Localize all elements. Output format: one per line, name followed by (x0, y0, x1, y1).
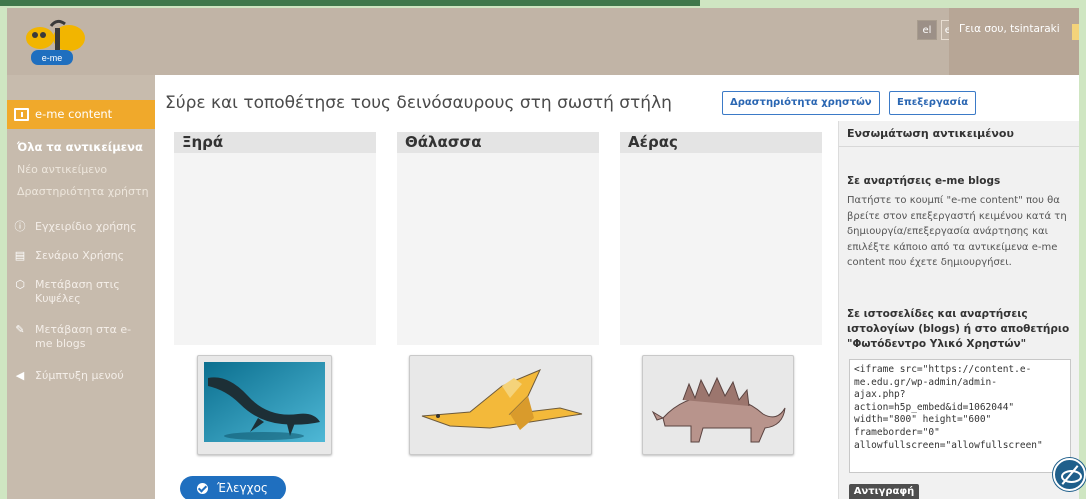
e-me-logo[interactable]: e-me (21, 16, 91, 68)
sites-heading: Σε ιστοσελίδες και αναρτήσεις ιστολογίων… (847, 308, 1070, 350)
sidebar-collapse[interactable]: ◀ Σύμπτυξη μενού (7, 369, 155, 383)
user-greeting[interactable]: Γεια σου, tsintaraki (949, 8, 1079, 75)
check-icon (197, 483, 208, 494)
sidebar-item-user-activity[interactable]: Δραστηριότητα χρήστη (7, 185, 155, 198)
sidebar-item-label: e-me content (35, 107, 113, 121)
check-button[interactable]: Έλεγχος (180, 476, 286, 499)
check-button-label: Έλεγχος (217, 481, 268, 495)
embed-code-textarea[interactable]: <iframe src="https://content.e- me.edu.g… (849, 359, 1071, 473)
sidebar-item-hives[interactable]: ⬡ Μετάβαση στις Κυψέλες (7, 278, 147, 306)
drop-zone-sea[interactable]: Θάλασσα (397, 132, 599, 345)
plesiosaur-image (204, 362, 325, 442)
sidebar-item-label: Σύμπτυξη μενού (35, 369, 124, 382)
document-icon: ▤ (14, 249, 26, 262)
main-content: Σύρε και τοποθέτησε τους δεινόσαυρους στ… (155, 75, 1079, 499)
app-header: e-me el en Γεια σου, tsintaraki (7, 8, 1079, 75)
edit-button[interactable]: Επεξεργασία (889, 91, 977, 115)
drop-zone-air[interactable]: Αέρας (620, 132, 822, 345)
panel-title: Ενσωμάτωση αντικειμένου (839, 121, 1079, 147)
sidebar-item-manual[interactable]: ⓘ Εγχειρίδιο χρήσης (7, 220, 155, 234)
info-icon: ⓘ (14, 220, 26, 233)
sidebar-item-eme-content[interactable]: e-me content (7, 100, 155, 129)
eye-slash-icon[interactable] (1053, 458, 1086, 491)
draggable-pterosaur[interactable] (409, 355, 592, 455)
sidebar-item-label: Σενάριο Χρήσης (35, 249, 125, 262)
stegosaurus-image (651, 376, 786, 443)
sidebar-item-all-objects[interactable]: Όλα τα αντικείμενα (7, 140, 155, 154)
chevron-left-icon: ◀ (15, 369, 25, 382)
user-avatar[interactable] (1072, 24, 1079, 40)
column-title: Αέρας (620, 132, 822, 153)
sidebar-item-label: Εγχειρίδιο χρήσης (35, 220, 137, 233)
draggable-stegosaurus[interactable] (642, 355, 794, 455)
sidebar-item-new-object[interactable]: Νέο αντικείμενο (7, 163, 155, 176)
sidebar-item-scenario[interactable]: ▤ Σενάριο Χρήσης (7, 249, 155, 263)
sidebar-item-label: Μετάβαση στις Κυψέλες (35, 278, 120, 305)
sidebar: e-me content Όλα τα αντικείμενα Νέο αντι… (7, 75, 155, 499)
embed-panel: Ενσωμάτωση αντικειμένου Σε αναρτήσεις e-… (838, 121, 1079, 499)
copy-button[interactable]: Αντιγραφή (849, 484, 919, 499)
column-title: Θάλασσα (397, 132, 599, 153)
top-strip (0, 0, 1086, 8)
users-activity-button[interactable]: Δραστηριότητα χρηστών (722, 91, 880, 115)
logo-text: e-me (42, 53, 63, 63)
lang-el-button[interactable]: el (917, 20, 937, 40)
sidebar-item-blogs[interactable]: ✎ Μετάβαση στα e-me blogs (7, 323, 137, 351)
blogs-heading: Σε αναρτήσεις e-me blogs (847, 175, 1001, 187)
hexagon-icon: ⬡ (15, 278, 25, 291)
draggable-plesiosaur[interactable] (197, 355, 332, 455)
pencil-icon: ✎ (15, 323, 25, 336)
column-title: Ξηρά (174, 132, 376, 153)
sidebar-item-label: Μετάβαση στα e-me blogs (35, 323, 132, 350)
page-title: Σύρε και τοποθέτησε τους δεινόσαυρους στ… (165, 93, 672, 113)
drop-zone-land[interactable]: Ξηρά (174, 132, 376, 345)
pterosaur-image (421, 369, 583, 430)
blogs-text: Πατήστε το κουμπί "e-me content" που θα … (847, 195, 1067, 268)
content-icon (14, 108, 29, 121)
